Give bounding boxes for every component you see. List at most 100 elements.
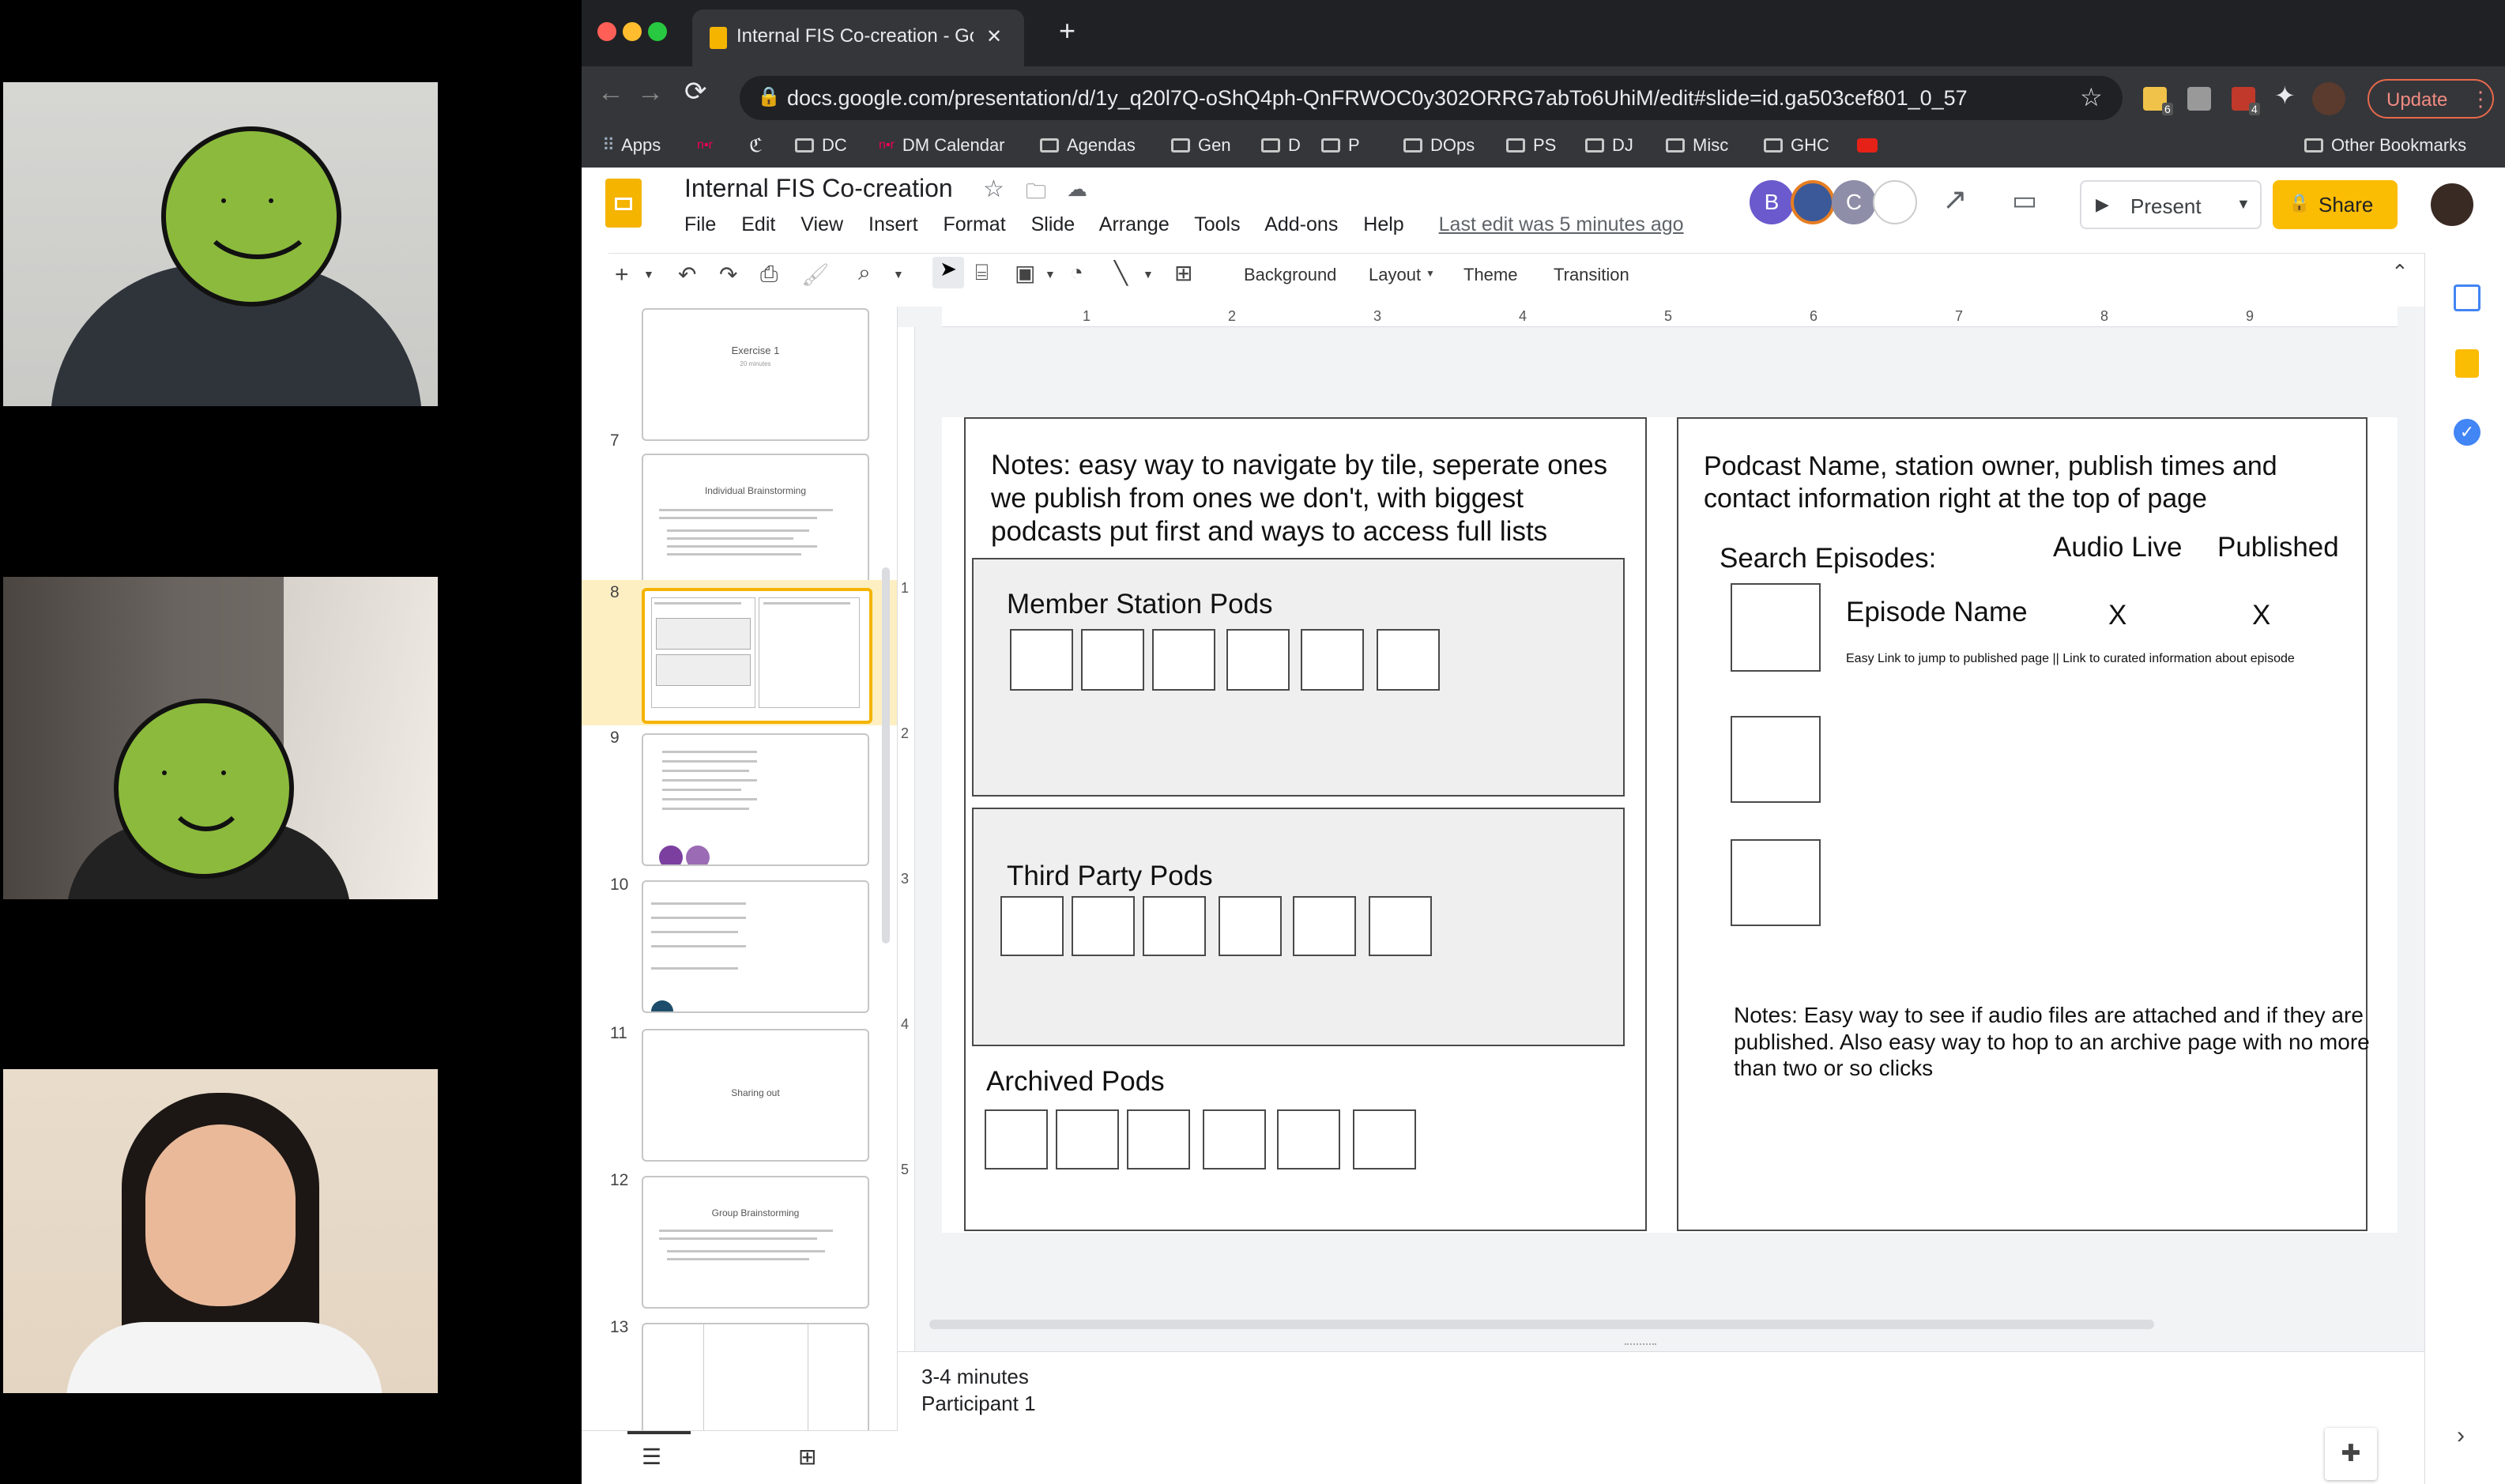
bookmark-folder-gen[interactable]: Gen	[1171, 130, 1231, 161]
menu-view[interactable]: View	[800, 213, 843, 235]
bookmark-icon[interactable]: n▪r	[697, 130, 713, 161]
pod-tile[interactable]	[1056, 1109, 1119, 1169]
collapse-toolbar-icon[interactable]: ⌃	[2391, 260, 2409, 284]
bookmark-folder-dj[interactable]: DJ	[1585, 130, 1633, 161]
slide-thumbnail[interactable]	[642, 880, 869, 1013]
slide-thumbnail[interactable]	[642, 733, 869, 866]
menu-arrange[interactable]: Arrange	[1099, 213, 1170, 235]
collaborator-avatar[interactable]: C	[1832, 180, 1876, 224]
slide-thumbnail[interactable]: Individual Brainstorming	[642, 454, 869, 586]
canvas-scrollbar[interactable]	[929, 1320, 2154, 1329]
update-button[interactable]: Update ⋮	[2368, 79, 2494, 119]
bookmark-folder-ps[interactable]: PS	[1506, 130, 1556, 161]
explore-button[interactable]: ✚	[2325, 1428, 2377, 1480]
episode-thumbnail[interactable]	[1731, 716, 1821, 803]
dropdown-icon[interactable]: ▼	[1045, 268, 1056, 281]
address-bar[interactable]: 🔒 docs.google.com/presentation/d/1y_q20l…	[740, 76, 2123, 120]
bookmark-youtube[interactable]	[1857, 130, 1878, 161]
close-window-button[interactable]	[597, 22, 616, 41]
notes-resize-handle[interactable]	[1625, 1343, 1656, 1348]
text-box-icon[interactable]: ⌸	[975, 260, 989, 286]
redo-icon[interactable]: ↷	[719, 262, 737, 288]
pod-tile[interactable]	[1000, 896, 1064, 956]
bookmark-folder-dops[interactable]: DOps	[1403, 130, 1475, 161]
pod-tile[interactable]	[1369, 896, 1432, 956]
pod-tile[interactable]	[1072, 896, 1135, 956]
star-icon[interactable]: ☆	[983, 175, 1004, 203]
slide-thumbnail[interactable]	[642, 1323, 869, 1430]
account-avatar[interactable]	[2431, 183, 2473, 226]
dropdown-icon[interactable]: ▼	[1143, 268, 1154, 281]
left-panel[interactable]: Notes: easy way to navigate by tile, sep…	[964, 417, 1647, 1231]
pod-tile[interactable]	[1226, 629, 1290, 691]
pod-tile[interactable]	[1277, 1109, 1340, 1169]
dropdown-icon[interactable]: ▼	[1426, 268, 1435, 279]
present-button[interactable]: ▶ Present ▼	[2080, 180, 2262, 229]
menu-insert[interactable]: Insert	[868, 213, 918, 235]
line-icon[interactable]: ╲	[1114, 260, 1128, 286]
zoom-icon[interactable]: ⌕	[858, 260, 871, 286]
pod-tile[interactable]	[985, 1109, 1048, 1169]
member-station-section[interactable]: Member Station Pods	[972, 558, 1625, 797]
tasks-icon[interactable]: ✓	[2454, 419, 2481, 446]
collaborator-avatar[interactable]: B	[1750, 180, 1794, 224]
pod-tile[interactable]	[1010, 629, 1073, 691]
profile-avatar[interactable]	[2312, 82, 2345, 115]
menu-edit[interactable]: Edit	[741, 213, 775, 235]
collaborator-avatar[interactable]	[1791, 180, 1835, 224]
share-button[interactable]: 🔒 Share	[2273, 180, 2398, 229]
pod-tile[interactable]	[1353, 1109, 1416, 1169]
pod-tile[interactable]	[1143, 896, 1206, 956]
third-party-section[interactable]: Third Party Pods	[972, 808, 1625, 1046]
pod-tile[interactable]	[1127, 1109, 1190, 1169]
background-button[interactable]: Background	[1244, 265, 1336, 285]
comments-icon[interactable]: ▭	[2012, 185, 2037, 217]
bookmark-apps[interactable]: ⠿ Apps	[602, 130, 661, 161]
dropdown-icon[interactable]: ▼	[893, 268, 904, 281]
present-dropdown-icon[interactable]: ▼	[2236, 196, 2251, 213]
pod-tile[interactable]	[1293, 896, 1356, 956]
bookmark-folder-ghc[interactable]: GHC	[1764, 130, 1829, 161]
last-edit-link[interactable]: Last edit was 5 minutes ago	[1439, 213, 1684, 235]
right-panel[interactable]: Podcast Name, station owner, publish tim…	[1677, 417, 2370, 1231]
layout-button[interactable]: Layout	[1369, 265, 1421, 285]
calendar-icon[interactable]	[2454, 284, 2481, 311]
menu-addons[interactable]: Add-ons	[1264, 213, 1338, 235]
image-icon[interactable]: ▣	[1015, 260, 1035, 286]
bookmark-folder-misc[interactable]: Misc	[1666, 130, 1728, 161]
print-icon[interactable]: ⎙	[760, 262, 778, 288]
new-slide-icon[interactable]: +	[615, 262, 629, 288]
forward-icon[interactable]: →	[637, 77, 664, 108]
add-comment-icon[interactable]: ⊞	[1174, 260, 1192, 286]
select-tool-icon[interactable]: ➤	[932, 257, 964, 288]
slide-thumbnail[interactable]: Group Brainstorming	[642, 1176, 869, 1309]
bookmark-dm-calendar[interactable]: n▪r DM Calendar	[879, 130, 1005, 161]
undo-icon[interactable]: ↶	[678, 262, 696, 288]
menu-tools[interactable]: Tools	[1194, 213, 1240, 235]
reload-icon[interactable]: ⟳	[684, 76, 707, 107]
speaker-notes[interactable]: 3-4 minutes Participant 1 ✚	[898, 1351, 2424, 1484]
dropdown-icon[interactable]: ▼	[643, 268, 654, 281]
close-tab-icon[interactable]: ✕	[986, 25, 1002, 48]
bookmark-folder-agendas[interactable]: Agendas	[1040, 130, 1136, 161]
document-title[interactable]: Internal FIS Co-creation	[684, 174, 953, 203]
extensions-puzzle-icon[interactable]: ✦	[2274, 81, 2296, 111]
menu-format[interactable]: Format	[943, 213, 1005, 235]
bookmark-icon[interactable]: ℭ	[749, 130, 763, 161]
bookmark-folder-d[interactable]: D	[1261, 130, 1301, 161]
shape-icon[interactable]: ◔	[1070, 260, 1083, 285]
new-tab-button[interactable]: +	[1059, 14, 1075, 47]
other-bookmarks[interactable]: Other Bookmarks	[2304, 130, 2466, 161]
slide-thumbnail[interactable]: Sharing out	[642, 1029, 869, 1162]
episode-thumbnail[interactable]	[1731, 583, 1821, 672]
activity-dashboard-icon[interactable]: ↗	[1942, 182, 1968, 217]
pod-tile[interactable]	[1301, 629, 1364, 691]
move-folder-icon[interactable]: 🗀	[1026, 177, 1046, 212]
slide-thumbnail[interactable]: Exercise 1 20 minutes	[642, 308, 869, 441]
theme-button[interactable]: Theme	[1463, 265, 1517, 285]
menu-slide[interactable]: Slide	[1031, 213, 1075, 235]
browser-tab[interactable]: Internal FIS Co-creation - Goog ✕	[692, 9, 1024, 66]
pod-tile[interactable]	[1377, 629, 1440, 691]
grid-view-icon[interactable]: ⊞	[798, 1444, 816, 1470]
pod-tile[interactable]	[1081, 629, 1144, 691]
